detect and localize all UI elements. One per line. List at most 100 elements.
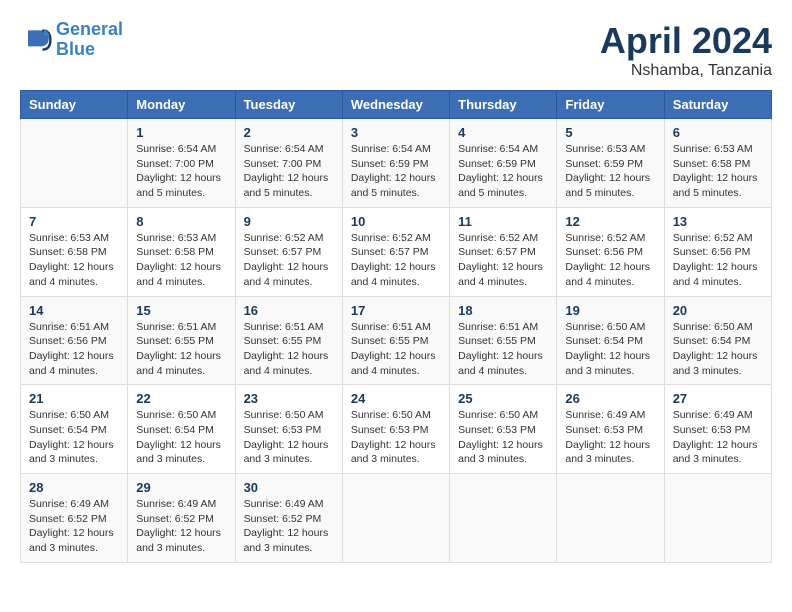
day-number: 18 (458, 303, 548, 318)
day-info: Sunrise: 6:49 AM Sunset: 6:52 PM Dayligh… (244, 497, 334, 556)
calendar-cell: 19Sunrise: 6:50 AM Sunset: 6:54 PM Dayli… (557, 296, 664, 385)
day-info: Sunrise: 6:52 AM Sunset: 6:57 PM Dayligh… (244, 231, 334, 290)
day-info: Sunrise: 6:51 AM Sunset: 6:56 PM Dayligh… (29, 320, 119, 379)
calendar-cell (342, 474, 449, 563)
calendar-week-5: 28 Sunrise: 6:49 AM Sunset: 6:52 PM Dayli… (21, 474, 772, 563)
day-info: Sunrise: 6:50 AM Sunset: 6:53 PM Dayligh… (351, 408, 441, 467)
day-number: 28 (29, 480, 119, 495)
calendar-cell: 2 Sunrise: 6:54 AM Sunset: 7:00 PM Daylig… (235, 119, 342, 208)
day-number: 9 (244, 214, 334, 229)
weekday-header-monday: Monday (128, 91, 235, 119)
calendar-cell: 23Sunrise: 6:50 AM Sunset: 6:53 PM Dayli… (235, 385, 342, 474)
logo-blue: Blue (56, 39, 95, 59)
calendar-cell: 6Sunrise: 6:53 AM Sunset: 6:58 PM Daylig… (664, 119, 771, 208)
day-number: 16 (244, 303, 334, 318)
weekday-header-saturday: Saturday (664, 91, 771, 119)
title-block: April 2024 Nshamba, Tanzania (600, 20, 772, 80)
calendar-cell: 25 Sunrise: 6:50 AM Sunset: 6:53 PM Dayli… (450, 385, 557, 474)
calendar-cell: 18Sunrise: 6:51 AM Sunset: 6:55 PM Dayli… (450, 296, 557, 385)
day-info: Sunrise: 6:49 AM Sunset: 6:53 PM Dayligh… (565, 408, 655, 467)
logo-general: General (56, 19, 123, 39)
day-number: 22 (136, 391, 226, 406)
day-info: Sunrise: 6:50 AM Sunset: 6:53 PM Dayligh… (458, 408, 548, 467)
day-number: 29 (136, 480, 226, 495)
day-number: 23 (244, 391, 334, 406)
day-info: Sunrise: 6:53 AM Sunset: 6:58 PM Dayligh… (29, 231, 119, 290)
calendar-cell: 21Sunrise: 6:50 AM Sunset: 6:54 PM Dayli… (21, 385, 128, 474)
day-number: 25 (458, 391, 548, 406)
calendar-cell: 11Sunrise: 6:52 AM Sunset: 6:57 PM Dayli… (450, 207, 557, 296)
day-info: Sunrise: 6:50 AM Sunset: 6:54 PM Dayligh… (136, 408, 226, 467)
calendar-cell: 16 Sunrise: 6:51 AM Sunset: 6:55 PM Dayli… (235, 296, 342, 385)
calendar-cell (450, 474, 557, 563)
day-number: 12 (565, 214, 655, 229)
calendar-header: SundayMondayTuesdayWednesdayThursdayFrid… (21, 91, 772, 119)
day-info: Sunrise: 6:51 AM Sunset: 6:55 PM Dayligh… (351, 320, 441, 379)
day-number: 3 (351, 125, 441, 140)
calendar-cell: 15 Sunrise: 6:51 AM Sunset: 6:55 PM Dayli… (128, 296, 235, 385)
calendar-week-3: 14 Sunrise: 6:51 AM Sunset: 6:56 PM Dayli… (21, 296, 772, 385)
logo: General Blue (20, 20, 123, 60)
weekday-header-tuesday: Tuesday (235, 91, 342, 119)
calendar-cell: 3 Sunrise: 6:54 AM Sunset: 6:59 PM Daylig… (342, 119, 449, 208)
day-number: 7 (29, 214, 119, 229)
calendar-cell: 20 Sunrise: 6:50 AM Sunset: 6:54 PM Dayli… (664, 296, 771, 385)
calendar-cell: 5 Sunrise: 6:53 AM Sunset: 6:59 PM Daylig… (557, 119, 664, 208)
day-info: Sunrise: 6:52 AM Sunset: 6:56 PM Dayligh… (673, 231, 763, 290)
calendar-cell: 22 Sunrise: 6:50 AM Sunset: 6:54 PM Dayli… (128, 385, 235, 474)
calendar-cell (664, 474, 771, 563)
calendar-cell: 10 Sunrise: 6:52 AM Sunset: 6:57 PM Dayli… (342, 207, 449, 296)
day-number: 4 (458, 125, 548, 140)
day-number: 30 (244, 480, 334, 495)
calendar-cell (557, 474, 664, 563)
day-number: 20 (673, 303, 763, 318)
day-number: 5 (565, 125, 655, 140)
calendar-cell: 8 Sunrise: 6:53 AM Sunset: 6:58 PM Daylig… (128, 207, 235, 296)
day-info: Sunrise: 6:54 AM Sunset: 6:59 PM Dayligh… (351, 142, 441, 201)
day-number: 14 (29, 303, 119, 318)
calendar-cell: 14 Sunrise: 6:51 AM Sunset: 6:56 PM Dayli… (21, 296, 128, 385)
day-number: 2 (244, 125, 334, 140)
day-number: 10 (351, 214, 441, 229)
day-info: Sunrise: 6:53 AM Sunset: 6:58 PM Dayligh… (136, 231, 226, 290)
day-info: Sunrise: 6:50 AM Sunset: 6:54 PM Dayligh… (673, 320, 763, 379)
calendar-cell: 17 Sunrise: 6:51 AM Sunset: 6:55 PM Dayli… (342, 296, 449, 385)
calendar-cell: 13 Sunrise: 6:52 AM Sunset: 6:56 PM Dayli… (664, 207, 771, 296)
day-info: Sunrise: 6:54 AM Sunset: 7:00 PM Dayligh… (244, 142, 334, 201)
day-info: Sunrise: 6:54 AM Sunset: 7:00 PM Dayligh… (136, 142, 226, 201)
day-number: 6 (673, 125, 763, 140)
calendar-cell (21, 119, 128, 208)
day-info: Sunrise: 6:51 AM Sunset: 6:55 PM Dayligh… (244, 320, 334, 379)
day-info: Sunrise: 6:49 AM Sunset: 6:52 PM Dayligh… (136, 497, 226, 556)
day-info: Sunrise: 6:49 AM Sunset: 6:53 PM Dayligh… (673, 408, 763, 467)
calendar-week-4: 21 Sunrise: 6:50 AM Sunset: 6:54 PM Dayli… (21, 385, 772, 474)
page-header: General Blue April 2024 Nshamba, Tanzani… (20, 20, 772, 80)
day-info: Sunrise: 6:52 AM Sunset: 6:57 PM Dayligh… (351, 231, 441, 290)
calendar-table: SundayMondayTuesdayWednesdayThursdayFrid… (20, 90, 772, 563)
day-info: Sunrise: 6:49 AM Sunset: 6:52 PM Dayligh… (29, 497, 119, 556)
day-info: Sunrise: 6:54 AM Sunset: 6:59 PM Dayligh… (458, 142, 548, 201)
weekday-header-row: SundayMondayTuesdayWednesdayThursdayFrid… (21, 91, 772, 119)
calendar-week-1: 1Sunrise: 6:54 AM Sunset: 7:00 PM Daylig… (21, 119, 772, 208)
day-info: Sunrise: 6:51 AM Sunset: 6:55 PM Dayligh… (136, 320, 226, 379)
day-number: 27 (673, 391, 763, 406)
day-number: 8 (136, 214, 226, 229)
day-number: 17 (351, 303, 441, 318)
day-info: Sunrise: 6:53 AM Sunset: 6:59 PM Dayligh… (565, 142, 655, 201)
calendar-cell: 9 Sunrise: 6:52 AM Sunset: 6:57 PM Daylig… (235, 207, 342, 296)
calendar-cell: 1Sunrise: 6:54 AM Sunset: 7:00 PM Daylig… (128, 119, 235, 208)
day-number: 13 (673, 214, 763, 229)
day-info: Sunrise: 6:50 AM Sunset: 6:54 PM Dayligh… (565, 320, 655, 379)
day-info: Sunrise: 6:52 AM Sunset: 6:57 PM Dayligh… (458, 231, 548, 290)
weekday-header-sunday: Sunday (21, 91, 128, 119)
month-title: April 2024 (600, 20, 772, 62)
day-number: 24 (351, 391, 441, 406)
weekday-header-friday: Friday (557, 91, 664, 119)
weekday-header-wednesday: Wednesday (342, 91, 449, 119)
day-number: 21 (29, 391, 119, 406)
weekday-header-thursday: Thursday (450, 91, 557, 119)
calendar-cell: 4 Sunrise: 6:54 AM Sunset: 6:59 PM Daylig… (450, 119, 557, 208)
logo-icon (20, 24, 52, 56)
calendar-body: 1Sunrise: 6:54 AM Sunset: 7:00 PM Daylig… (21, 119, 772, 563)
day-number: 15 (136, 303, 226, 318)
